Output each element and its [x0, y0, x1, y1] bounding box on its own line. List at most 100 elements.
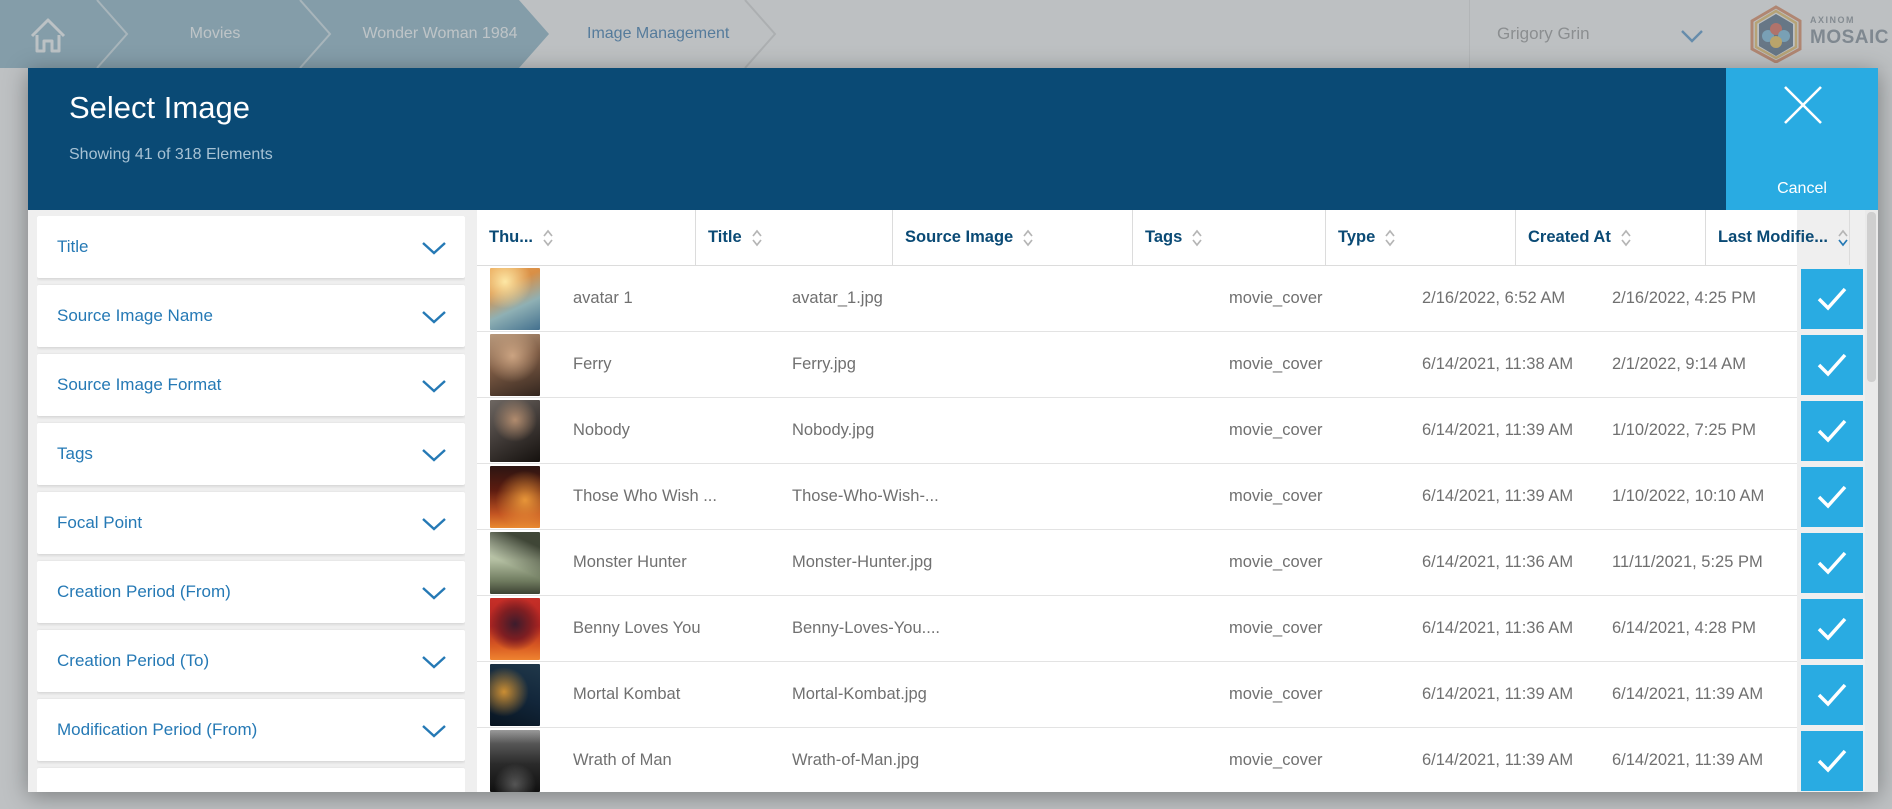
- table-header-row: Thu... Title: [477, 210, 1797, 266]
- thumbnail-cell: [477, 598, 561, 660]
- created-at-cell: 2/16/2022, 6:52 AM: [1410, 289, 1600, 308]
- checkmark-icon: [1816, 352, 1848, 378]
- column-header[interactable]: Tags: [1133, 210, 1326, 265]
- source-image-cell: avatar_1.jpg: [780, 289, 977, 308]
- thumbnail-image: [490, 466, 540, 528]
- column-header[interactable]: Created At: [1516, 210, 1706, 265]
- column-header-label: Title: [708, 228, 742, 247]
- source-image-cell: Wrath-of-Man.jpg: [780, 751, 977, 770]
- table-row: Ferry Ferry.jpg movie_cover 6/14/2021, 1…: [477, 332, 1797, 398]
- thumbnail-image: [490, 268, 540, 330]
- type-cell: movie_cover: [1217, 553, 1410, 572]
- title-cell: Mortal Kombat: [561, 685, 780, 704]
- table-row: Those Who Wish ... Those-Who-Wish-... mo…: [477, 464, 1797, 530]
- checkmark-icon: [1816, 616, 1848, 642]
- filter-label: Source Image Name: [57, 285, 213, 347]
- column-header-label: Source Image: [905, 228, 1013, 247]
- sort-arrows-icon: [1191, 229, 1203, 247]
- filter-label: Tags: [57, 423, 93, 485]
- select-row-button[interactable]: [1801, 401, 1863, 461]
- chevron-down-icon: [421, 517, 447, 531]
- sort-arrows-icon: [1022, 229, 1034, 247]
- thumbnail-cell: [477, 730, 561, 792]
- checkmark-icon: [1816, 682, 1848, 708]
- last-modified-cell: 6/14/2021, 11:39 AM: [1600, 751, 1790, 770]
- thumbnail-image: [490, 598, 540, 660]
- filter-accordion-item[interactable]: Focal Point: [37, 492, 465, 554]
- filter-accordion-item[interactable]: Title: [37, 216, 465, 278]
- filter-label: Title: [57, 216, 89, 278]
- created-at-cell: 6/14/2021, 11:39 AM: [1410, 685, 1600, 704]
- cancel-button[interactable]: Cancel: [1726, 68, 1878, 210]
- filter-label: Focal Point: [57, 492, 142, 554]
- scrollbar-thumb[interactable]: [1867, 212, 1876, 382]
- column-header[interactable]: Type: [1326, 210, 1516, 265]
- select-row-button[interactable]: [1801, 665, 1863, 725]
- filter-label: Modification Period (To): [57, 768, 236, 792]
- filter-accordion-item[interactable]: Tags: [37, 423, 465, 485]
- close-icon: [1782, 84, 1824, 126]
- table-row: Nobody Nobody.jpg movie_cover 6/14/2021,…: [477, 398, 1797, 464]
- cancel-button-label: Cancel: [1726, 180, 1878, 198]
- last-modified-cell: 11/11/2021, 5:25 PM: [1600, 553, 1790, 572]
- last-modified-cell: 6/14/2021, 4:28 PM: [1600, 619, 1790, 638]
- checkmark-icon: [1816, 484, 1848, 510]
- thumbnail-cell: [477, 664, 561, 726]
- created-at-cell: 6/14/2021, 11:38 AM: [1410, 355, 1600, 374]
- source-image-cell: Ferry.jpg: [780, 355, 977, 374]
- title-cell: avatar 1: [561, 289, 780, 308]
- type-cell: movie_cover: [1217, 289, 1410, 308]
- title-cell: Nobody: [561, 421, 780, 440]
- filter-label: Modification Period (From): [57, 699, 257, 761]
- thumbnail-cell: [477, 466, 561, 528]
- filter-accordion-item[interactable]: Source Image Format: [37, 354, 465, 416]
- table-row: Wrath of Man Wrath-of-Man.jpg movie_cove…: [477, 728, 1797, 792]
- type-cell: movie_cover: [1217, 619, 1410, 638]
- sort-arrows-icon: [751, 229, 763, 247]
- filter-accordion-item[interactable]: Creation Period (From): [37, 561, 465, 623]
- created-at-cell: 6/14/2021, 11:36 AM: [1410, 619, 1600, 638]
- select-row-button[interactable]: [1801, 533, 1863, 593]
- last-modified-cell: 6/14/2021, 11:39 AM: [1600, 685, 1790, 704]
- created-at-cell: 6/14/2021, 11:39 AM: [1410, 421, 1600, 440]
- select-row-button[interactable]: [1801, 335, 1863, 395]
- chevron-down-icon: [421, 241, 447, 255]
- select-row-button[interactable]: [1801, 731, 1863, 791]
- dialog-body: Title Source Image Name Source Image For…: [28, 210, 1878, 792]
- table-scrollbar[interactable]: [1865, 210, 1878, 792]
- title-cell: Wrath of Man: [561, 751, 780, 770]
- created-at-cell: 6/14/2021, 11:39 AM: [1410, 487, 1600, 506]
- column-header[interactable]: Thu...: [477, 210, 696, 265]
- sort-arrows-icon: [1620, 229, 1632, 247]
- thumbnail-cell: [477, 334, 561, 396]
- title-cell: Benny Loves You: [561, 619, 780, 638]
- filter-label: Creation Period (To): [57, 630, 209, 692]
- source-image-cell: Mortal-Kombat.jpg: [780, 685, 977, 704]
- thumbnail-image: [490, 334, 540, 396]
- table-row: Mortal Kombat Mortal-Kombat.jpg movie_co…: [477, 662, 1797, 728]
- table-body: avatar 1 avatar_1.jpg movie_cover 2/16/2…: [477, 266, 1867, 792]
- column-header[interactable]: Source Image: [893, 210, 1133, 265]
- filter-label: Creation Period (From): [57, 561, 231, 623]
- column-header-label: Last Modifie...: [1718, 228, 1828, 247]
- filter-accordion-item[interactable]: Creation Period (To): [37, 630, 465, 692]
- column-header[interactable]: Last Modifie...: [1706, 210, 1850, 265]
- filter-accordion-item[interactable]: Modification Period (To): [37, 768, 465, 792]
- column-header-label: Tags: [1145, 228, 1182, 247]
- filter-accordion-item[interactable]: Source Image Name: [37, 285, 465, 347]
- filter-panel: Title Source Image Name Source Image For…: [37, 216, 465, 792]
- last-modified-cell: 2/1/2022, 9:14 AM: [1600, 355, 1790, 374]
- select-row-button[interactable]: [1801, 467, 1863, 527]
- chevron-down-icon: [421, 586, 447, 600]
- chevron-down-icon: [421, 310, 447, 324]
- select-row-button[interactable]: [1801, 599, 1863, 659]
- dialog-result-count: Showing 41 of 318 Elements: [69, 146, 273, 164]
- type-cell: movie_cover: [1217, 355, 1410, 374]
- column-header[interactable]: Title: [696, 210, 893, 265]
- select-row-button[interactable]: [1801, 269, 1863, 329]
- filter-accordion-item[interactable]: Modification Period (From): [37, 699, 465, 761]
- created-at-cell: 6/14/2021, 11:39 AM: [1410, 751, 1600, 770]
- checkmark-icon: [1816, 418, 1848, 444]
- last-modified-cell: 1/10/2022, 7:25 PM: [1600, 421, 1790, 440]
- dialog-title: Select Image: [69, 90, 250, 126]
